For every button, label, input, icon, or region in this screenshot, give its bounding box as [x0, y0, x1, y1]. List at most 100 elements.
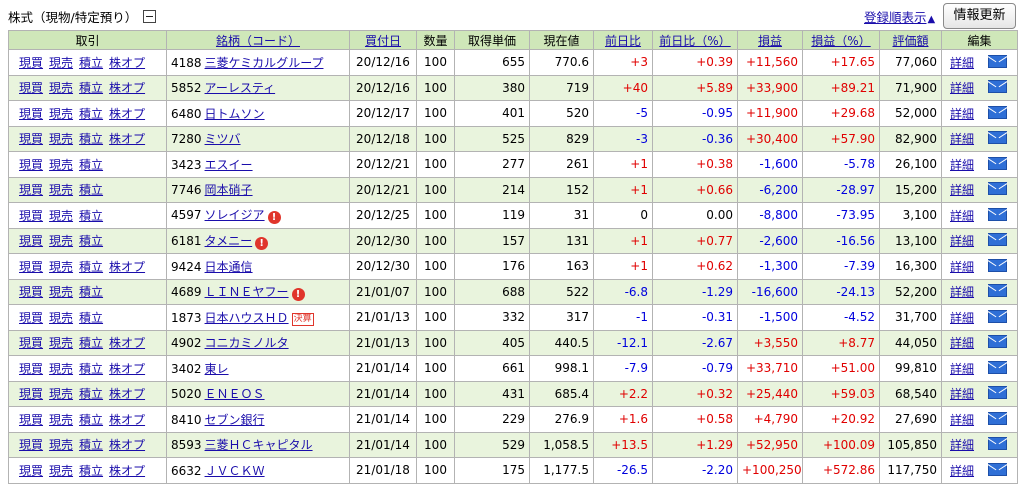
spot-sell-link[interactable]: 現売: [49, 107, 73, 121]
spot-buy-link[interactable]: 現買: [19, 209, 43, 223]
col-header-stock[interactable]: 銘柄（コード）: [166, 30, 350, 50]
detail-link[interactable]: 詳細: [950, 464, 974, 478]
spot-sell-link[interactable]: 現売: [49, 260, 73, 274]
detail-link[interactable]: 詳細: [950, 132, 974, 146]
mail-icon[interactable]: [988, 105, 1008, 119]
stock-name-link[interactable]: 岡本硝子: [205, 183, 253, 197]
spot-buy-link[interactable]: 現買: [19, 183, 43, 197]
stock-option-link[interactable]: 株オプ: [109, 260, 145, 274]
accumulate-link[interactable]: 積立: [79, 438, 103, 452]
mail-icon[interactable]: [988, 462, 1008, 476]
spot-buy-link[interactable]: 現買: [19, 362, 43, 376]
spot-buy-link[interactable]: 現買: [19, 81, 43, 95]
spot-sell-link[interactable]: 現売: [49, 158, 73, 172]
stock-name-link[interactable]: 日本通信: [205, 260, 253, 274]
col-header-value[interactable]: 評価額: [879, 30, 942, 50]
col-header-pl[interactable]: 損益: [737, 30, 803, 50]
accumulate-link[interactable]: 積立: [79, 132, 103, 146]
stock-option-link[interactable]: 株オプ: [109, 438, 145, 452]
spot-sell-link[interactable]: 現売: [49, 56, 73, 70]
accumulate-link[interactable]: 積立: [79, 107, 103, 121]
detail-link[interactable]: 詳細: [950, 336, 974, 350]
detail-link[interactable]: 詳細: [950, 285, 974, 299]
detail-link[interactable]: 詳細: [950, 362, 974, 376]
spot-buy-link[interactable]: 現買: [19, 107, 43, 121]
accumulate-link[interactable]: 積立: [79, 158, 103, 172]
col-header-pl-pct[interactable]: 損益（%）: [802, 30, 880, 50]
stock-option-link[interactable]: 株オプ: [109, 56, 145, 70]
spot-buy-link[interactable]: 現買: [19, 311, 43, 325]
stock-name-link[interactable]: ミツバ: [205, 132, 241, 146]
accumulate-link[interactable]: 積立: [79, 311, 103, 325]
spot-sell-link[interactable]: 現売: [49, 387, 73, 401]
mail-icon[interactable]: [988, 284, 1008, 298]
stock-name-link[interactable]: エスイー: [205, 158, 253, 172]
stock-option-link[interactable]: 株オプ: [109, 464, 145, 478]
spot-buy-link[interactable]: 現買: [19, 464, 43, 478]
spot-sell-link[interactable]: 現売: [49, 234, 73, 248]
spot-sell-link[interactable]: 現売: [49, 285, 73, 299]
stock-name-link[interactable]: 東レ: [205, 362, 229, 376]
detail-link[interactable]: 詳細: [950, 387, 974, 401]
spot-sell-link[interactable]: 現売: [49, 438, 73, 452]
stock-name-link[interactable]: ＥＮＥＯＳ: [205, 387, 265, 401]
detail-link[interactable]: 詳細: [950, 209, 974, 223]
spot-sell-link[interactable]: 現売: [49, 336, 73, 350]
spot-sell-link[interactable]: 現売: [49, 464, 73, 478]
register-order-link[interactable]: 登録順表示▲: [864, 7, 935, 26]
mail-icon[interactable]: [988, 54, 1008, 68]
mail-icon[interactable]: [988, 233, 1008, 247]
accumulate-link[interactable]: 積立: [79, 209, 103, 223]
mail-icon[interactable]: [988, 131, 1008, 145]
spot-buy-link[interactable]: 現買: [19, 285, 43, 299]
detail-link[interactable]: 詳細: [950, 56, 974, 70]
accumulate-link[interactable]: 積立: [79, 56, 103, 70]
spot-sell-link[interactable]: 現売: [49, 81, 73, 95]
accumulate-link[interactable]: 積立: [79, 413, 103, 427]
detail-link[interactable]: 詳細: [950, 234, 974, 248]
mail-icon[interactable]: [988, 207, 1008, 221]
spot-buy-link[interactable]: 現買: [19, 387, 43, 401]
mail-icon[interactable]: [988, 182, 1008, 196]
stock-option-link[interactable]: 株オプ: [109, 107, 145, 121]
stock-option-link[interactable]: 株オプ: [109, 336, 145, 350]
stock-option-link[interactable]: 株オプ: [109, 413, 145, 427]
mail-icon[interactable]: [988, 437, 1008, 451]
stock-name-link[interactable]: 三菱ＨＣキャピタル: [205, 438, 313, 452]
stock-name-link[interactable]: コニカミノルタ: [205, 336, 289, 350]
accumulate-link[interactable]: 積立: [79, 183, 103, 197]
spot-buy-link[interactable]: 現買: [19, 413, 43, 427]
stock-option-link[interactable]: 株オプ: [109, 132, 145, 146]
spot-sell-link[interactable]: 現売: [49, 362, 73, 376]
spot-buy-link[interactable]: 現買: [19, 438, 43, 452]
alert-icon[interactable]: !: [255, 236, 269, 250]
mail-icon[interactable]: [988, 335, 1008, 349]
stock-option-link[interactable]: 株オプ: [109, 81, 145, 95]
detail-link[interactable]: 詳細: [950, 158, 974, 172]
col-header-change[interactable]: 前日比: [593, 30, 653, 50]
stock-option-link[interactable]: 株オプ: [109, 387, 145, 401]
detail-link[interactable]: 詳細: [950, 311, 974, 325]
accumulate-link[interactable]: 積立: [79, 362, 103, 376]
mail-icon[interactable]: [988, 411, 1008, 425]
spot-sell-link[interactable]: 現売: [49, 311, 73, 325]
alert-icon[interactable]: !: [267, 211, 281, 225]
stock-name-link[interactable]: 三菱ケミカルグループ: [205, 56, 324, 70]
detail-link[interactable]: 詳細: [950, 107, 974, 121]
detail-link[interactable]: 詳細: [950, 438, 974, 452]
collapse-toggle-icon[interactable]: [143, 10, 157, 23]
spot-buy-link[interactable]: 現買: [19, 132, 43, 146]
stock-name-link[interactable]: タメニー: [205, 234, 253, 248]
refresh-button[interactable]: 情報更新: [943, 3, 1016, 29]
spot-buy-link[interactable]: 現買: [19, 336, 43, 350]
stock-name-link[interactable]: セブン銀行: [205, 413, 265, 427]
stock-name-link[interactable]: 日トムソン: [205, 107, 265, 121]
detail-link[interactable]: 詳細: [950, 260, 974, 274]
spot-sell-link[interactable]: 現売: [49, 413, 73, 427]
stock-name-link[interactable]: アーレスティ: [205, 81, 276, 95]
alert-icon[interactable]: !: [291, 287, 305, 301]
col-header-buy-date[interactable]: 買付日: [349, 30, 417, 50]
detail-link[interactable]: 詳細: [950, 413, 974, 427]
mail-icon[interactable]: [988, 80, 1008, 94]
col-header-change-pct[interactable]: 前日比（%）: [652, 30, 738, 50]
